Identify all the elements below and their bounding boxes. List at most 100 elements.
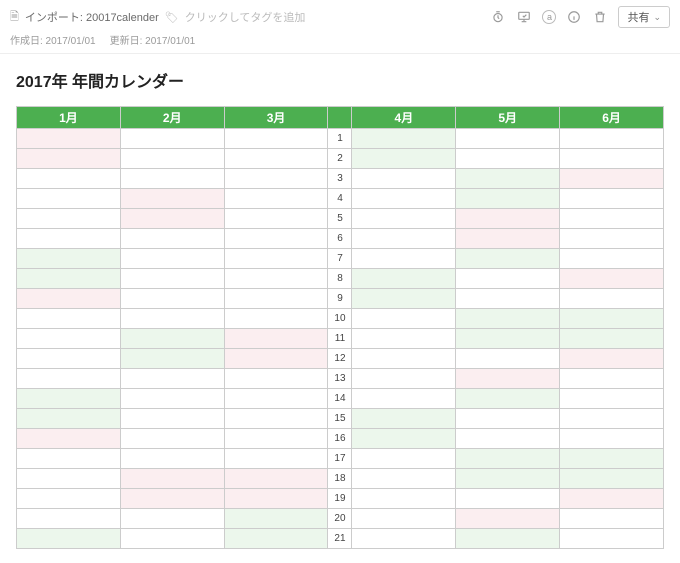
calendar-cell[interactable] <box>120 529 224 549</box>
tag-icon[interactable]: 🏷 <box>165 11 179 24</box>
calendar-cell[interactable] <box>560 189 664 209</box>
calendar-cell[interactable] <box>456 249 560 269</box>
calendar-cell[interactable] <box>560 169 664 189</box>
calendar-cell[interactable] <box>17 309 121 329</box>
calendar-cell[interactable] <box>17 249 121 269</box>
calendar-cell[interactable] <box>560 229 664 249</box>
calendar-cell[interactable] <box>560 369 664 389</box>
calendar-cell[interactable] <box>120 249 224 269</box>
calendar-cell[interactable] <box>352 409 456 429</box>
calendar-cell[interactable] <box>17 489 121 509</box>
calendar-cell[interactable] <box>120 349 224 369</box>
calendar-cell[interactable] <box>17 409 121 429</box>
calendar-cell[interactable] <box>17 369 121 389</box>
calendar-cell[interactable] <box>224 489 328 509</box>
calendar-cell[interactable] <box>17 149 121 169</box>
calendar-cell[interactable] <box>120 189 224 209</box>
calendar-cell[interactable] <box>120 129 224 149</box>
calendar-cell[interactable] <box>17 229 121 249</box>
calendar-cell[interactable] <box>224 189 328 209</box>
calendar-cell[interactable] <box>456 449 560 469</box>
calendar-cell[interactable] <box>120 469 224 489</box>
present-icon[interactable] <box>516 9 532 25</box>
calendar-cell[interactable] <box>352 489 456 509</box>
calendar-cell[interactable] <box>352 449 456 469</box>
calendar-cell[interactable] <box>17 529 121 549</box>
calendar-cell[interactable] <box>352 349 456 369</box>
calendar-cell[interactable] <box>560 509 664 529</box>
calendar-cell[interactable] <box>120 329 224 349</box>
calendar-cell[interactable] <box>560 209 664 229</box>
calendar-cell[interactable] <box>456 289 560 309</box>
calendar-cell[interactable] <box>17 269 121 289</box>
calendar-cell[interactable] <box>224 129 328 149</box>
calendar-cell[interactable] <box>120 409 224 429</box>
calendar-cell[interactable] <box>560 409 664 429</box>
calendar-cell[interactable] <box>352 509 456 529</box>
calendar-cell[interactable] <box>560 249 664 269</box>
calendar-cell[interactable] <box>17 349 121 369</box>
calendar-cell[interactable] <box>224 509 328 529</box>
calendar-cell[interactable] <box>352 309 456 329</box>
calendar-cell[interactable] <box>456 489 560 509</box>
calendar-cell[interactable] <box>17 329 121 349</box>
trash-icon[interactable] <box>592 9 608 25</box>
calendar-cell[interactable] <box>456 129 560 149</box>
calendar-cell[interactable] <box>352 469 456 489</box>
calendar-cell[interactable] <box>352 269 456 289</box>
calendar-cell[interactable] <box>17 389 121 409</box>
calendar-cell[interactable] <box>560 129 664 149</box>
calendar-cell[interactable] <box>352 209 456 229</box>
calendar-cell[interactable] <box>560 469 664 489</box>
calendar-cell[interactable] <box>120 449 224 469</box>
share-button[interactable]: 共有 ⌄ <box>618 6 670 28</box>
calendar-cell[interactable] <box>352 229 456 249</box>
calendar-cell[interactable] <box>456 209 560 229</box>
tag-add-hint[interactable]: クリックしてタグを追加 <box>185 9 306 25</box>
calendar-cell[interactable] <box>224 169 328 189</box>
calendar-cell[interactable] <box>560 149 664 169</box>
calendar-cell[interactable] <box>224 529 328 549</box>
calendar-cell[interactable] <box>352 129 456 149</box>
calendar-cell[interactable] <box>456 529 560 549</box>
calendar-cell[interactable] <box>224 329 328 349</box>
calendar-cell[interactable] <box>17 169 121 189</box>
calendar-cell[interactable] <box>224 369 328 389</box>
calendar-cell[interactable] <box>120 169 224 189</box>
calendar-cell[interactable] <box>17 509 121 529</box>
calendar-cell[interactable] <box>17 429 121 449</box>
calendar-cell[interactable] <box>224 209 328 229</box>
calendar-cell[interactable] <box>560 349 664 369</box>
calendar-cell[interactable] <box>560 389 664 409</box>
calendar-cell[interactable] <box>456 349 560 369</box>
calendar-cell[interactable] <box>456 409 560 429</box>
calendar-cell[interactable] <box>120 389 224 409</box>
calendar-cell[interactable] <box>456 329 560 349</box>
calendar-cell[interactable] <box>224 149 328 169</box>
calendar-cell[interactable] <box>224 229 328 249</box>
calendar-cell[interactable] <box>17 209 121 229</box>
calendar-cell[interactable] <box>120 489 224 509</box>
calendar-cell[interactable] <box>352 189 456 209</box>
calendar-cell[interactable] <box>560 309 664 329</box>
calendar-cell[interactable] <box>120 209 224 229</box>
calendar-cell[interactable] <box>456 509 560 529</box>
calendar-cell[interactable] <box>560 289 664 309</box>
calendar-cell[interactable] <box>456 149 560 169</box>
calendar-cell[interactable] <box>352 249 456 269</box>
calendar-cell[interactable] <box>352 169 456 189</box>
calendar-cell[interactable] <box>120 369 224 389</box>
calendar-cell[interactable] <box>224 389 328 409</box>
calendar-cell[interactable] <box>17 449 121 469</box>
calendar-cell[interactable] <box>17 469 121 489</box>
calendar-cell[interactable] <box>456 469 560 489</box>
calendar-cell[interactable] <box>560 429 664 449</box>
calendar-cell[interactable] <box>456 309 560 329</box>
calendar-cell[interactable] <box>120 509 224 529</box>
info-icon[interactable] <box>566 9 582 25</box>
calendar-cell[interactable] <box>120 269 224 289</box>
calendar-cell[interactable] <box>456 189 560 209</box>
reminder-icon[interactable] <box>490 9 506 25</box>
calendar-cell[interactable] <box>456 269 560 289</box>
calendar-cell[interactable] <box>120 429 224 449</box>
